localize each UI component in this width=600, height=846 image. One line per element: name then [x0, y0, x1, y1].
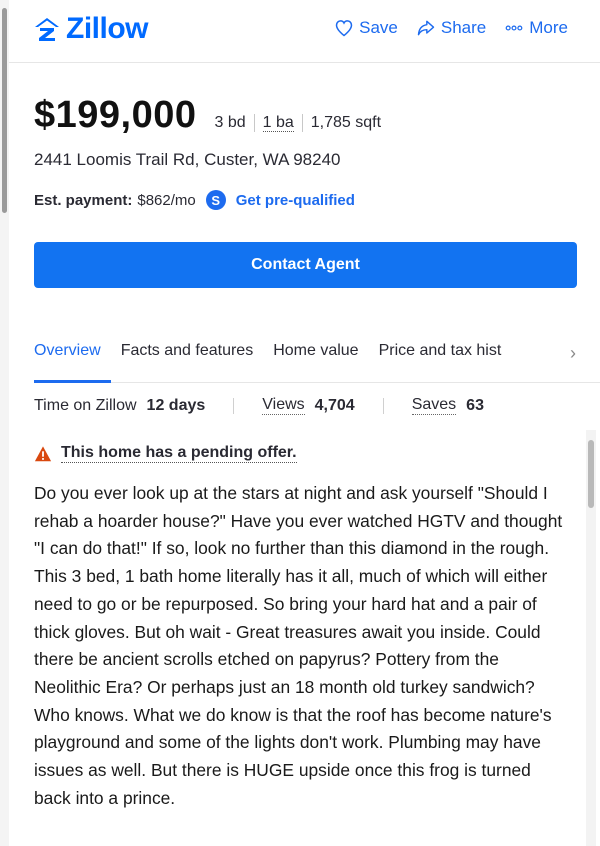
baths-label: 1 ba — [262, 114, 294, 132]
description-scrollbar[interactable] — [586, 430, 596, 846]
sqft-count: 1,785 sqft — [310, 114, 382, 131]
stats-divider — [382, 397, 384, 414]
save-button[interactable]: Save — [334, 18, 398, 38]
share-icon — [417, 20, 435, 36]
get-prequalified-link[interactable]: Get pre-qualified — [236, 192, 355, 209]
home-specs: 3 bd 1 ba 1,785 sqft — [215, 114, 390, 132]
header: Zillow Save Share More — [0, 0, 600, 62]
listing-tabs: Overview Facts and features Home value P… — [34, 336, 600, 383]
zillow-logo[interactable]: Zillow — [34, 12, 149, 46]
listing-stats: Time on Zillow 12 days Views 4,704 Saves… — [34, 396, 484, 415]
heart-icon — [335, 20, 353, 37]
saves-label[interactable]: Saves — [411, 396, 457, 415]
baths-count[interactable]: 1 ba — [255, 114, 302, 132]
beds-count: 3 bd — [214, 114, 246, 131]
more-label: More — [529, 18, 568, 37]
listing-price: $199,000 — [34, 94, 197, 136]
listing-address: 2441 Loomis Trail Rd, Custer, WA 98240 — [34, 150, 341, 169]
payment-value: $862/mo — [137, 191, 196, 209]
prequal-icon: S — [205, 190, 226, 210]
time-on-zillow-label: Time on Zillow — [34, 396, 137, 414]
listing-description: Do you ever look up at the stars at nigh… — [34, 483, 563, 808]
tab-overview[interactable]: Overview — [34, 336, 111, 383]
pending-offer-notice[interactable]: This home has a pending offer. — [34, 444, 297, 463]
chevron-right-icon[interactable]: › — [570, 343, 576, 364]
saves-value: 63 — [466, 396, 484, 414]
header-actions: Save Share More — [334, 18, 568, 38]
tab-price-and-tax-history[interactable]: Price and tax hist — [379, 336, 519, 382]
tab-facts-and-features[interactable]: Facts and features — [121, 336, 254, 382]
time-on-zillow-value: 12 days — [146, 396, 206, 414]
contact-agent-button[interactable]: Contact Agent — [34, 242, 577, 288]
header-divider — [9, 62, 600, 63]
est-payment: Est. payment: $862/mo S Get pre-qualifie… — [34, 190, 355, 210]
views-value: 4,704 — [314, 396, 355, 414]
tab-home-value[interactable]: Home value — [273, 336, 358, 382]
save-label: Save — [359, 18, 398, 37]
brand-name: Zillow — [66, 12, 149, 45]
zillow-logo-icon — [35, 18, 59, 41]
warning-icon — [34, 445, 52, 461]
share-button[interactable]: Share — [416, 18, 486, 38]
stats-divider — [233, 397, 235, 414]
description-scrollbar-thumb[interactable] — [588, 440, 594, 508]
more-dots-icon — [505, 25, 523, 31]
payment-label: Est. payment: — [34, 191, 133, 209]
left-scrollbar[interactable] — [0, 0, 9, 846]
share-label: Share — [440, 18, 487, 37]
more-button[interactable]: More — [504, 18, 568, 38]
views-label[interactable]: Views — [262, 396, 305, 415]
pending-offer-text: This home has a pending offer. — [61, 444, 297, 463]
price-row: $199,000 3 bd 1 ba 1,785 sqft — [34, 94, 389, 137]
